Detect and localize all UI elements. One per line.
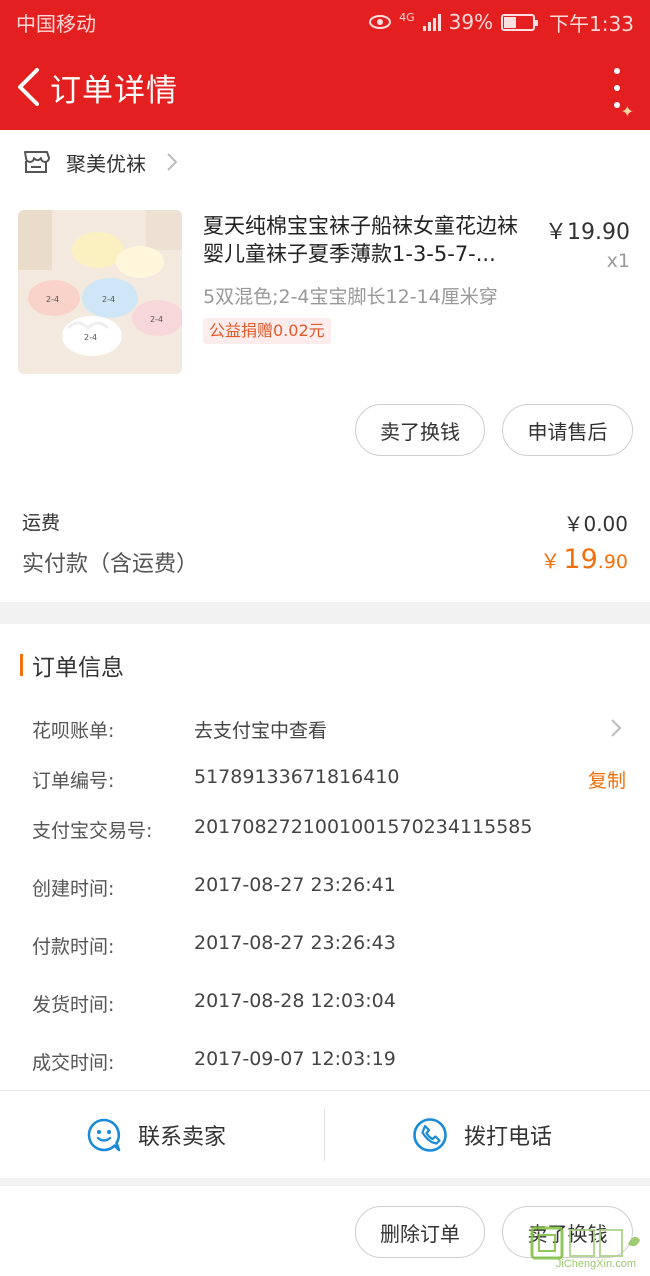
shipping-label: 运费 [22,512,61,534]
product-spec: 5双混色;2-4宝宝脚长12-14厘米穿 [203,286,498,308]
back-icon[interactable] [6,57,50,117]
bottom-action-bar: 删除订单 卖了换钱 JiChengXin.com [0,1186,650,1276]
product-thumbnail[interactable]: 2-4 2-4 2-4 2-4 [18,210,182,374]
delete-order-button[interactable]: 删除订单 [355,1206,485,1258]
divider [324,1109,325,1161]
eye-icon [369,15,392,29]
info-label: 支付宝交易号: [32,820,153,842]
sell-button[interactable]: 卖了换钱 [355,404,485,456]
product-quantity: x1 [606,250,630,272]
info-label: 订单编号: [32,770,115,792]
info-label: 创建时间: [32,878,115,900]
info-row-completed: 成交时间: 2017-09-07 12:03:19 [0,1044,650,1078]
contact-bar: 联系卖家 拨打电话 [0,1090,650,1178]
nav-bar: 订单详情 ✦ [0,48,650,126]
info-value: 2017-08-27 23:26:43 [194,932,396,954]
total-integer: 19 [563,544,598,575]
clock: 下午1:33 [549,11,634,36]
chevron-right-icon [611,719,622,737]
sparkle-icon: ✦ [620,102,634,121]
info-label: 发货时间: [32,994,115,1016]
info-value: 51789133671816410 [194,766,400,788]
info-row-paid: 付款时间: 2017-08-27 23:26:43 [0,928,650,962]
info-row-alipay-trade: 支付宝交易号: 2017082721001001570234115585 [0,812,650,846]
shipping-value: ￥0.00 [563,512,628,536]
sock-size-label: 2-4 [84,333,97,342]
product-title[interactable]: 夏天纯棉宝宝袜子船袜女童花边袜婴儿童袜子夏季薄款1-3-5-7-... [203,212,535,268]
total-label: 实付款（含运费） [22,552,199,577]
signal-icon [422,13,441,31]
info-row-order-number: 订单编号: 51789133671816410 复制 [0,762,650,796]
status-bar: 中国移动 4G 39% 下午1:33 [0,0,650,44]
info-value: 2017-08-28 12:03:04 [194,990,396,1012]
shop-row[interactable]: 聚美优袜 [22,146,178,178]
carrier-label: 中国移动 [16,11,96,36]
contact-seller-button[interactable]: 联系卖家 [86,1091,226,1179]
total-decimal: .90 [597,551,628,573]
order-product-card: 聚美优袜 2-4 2-4 2-4 2-4 夏天纯棉宝宝袜子船袜女童花边袜婴儿童袜… [0,130,650,602]
info-row-huabei[interactable]: 花呗账单: 去支付宝中查看 [0,712,650,746]
sock-size-label: 2-4 [102,295,115,304]
order-info-card: 订单信息 花呗账单: 去支付宝中查看 订单编号: 517891336718164… [0,624,650,1090]
info-label: 花呗账单: [32,720,115,742]
section-title: 订单信息 [32,655,124,681]
battery-percent: 39% [448,10,494,34]
shop-name: 聚美优袜 [66,151,146,176]
sock-size-label: 2-4 [150,315,163,324]
contact-seller-label: 联系卖家 [138,1125,227,1150]
after-sale-button[interactable]: 申请售后 [502,404,633,456]
header-bar: 中国移动 4G 39% 下午1:33 订单详情 ✦ [0,0,650,130]
shop-icon [24,151,50,173]
sock-size-label: 2-4 [46,295,59,304]
info-row-created: 创建时间: 2017-08-27 23:26:41 [0,870,650,904]
network-label: 4G [399,10,415,24]
copy-button[interactable]: 复制 [588,766,626,793]
chat-face-icon [87,1118,121,1152]
chevron-right-icon [167,153,178,171]
info-label: 付款时间: [32,936,115,958]
product-price: ￥19.90 [545,220,630,245]
watermark-text: JiChengXin.com [555,1258,636,1270]
call-label: 拨打电话 [464,1125,553,1150]
section-accent-bar [20,654,23,676]
info-label: 成交时间: [32,1052,115,1074]
info-row-shipped: 发货时间: 2017-08-28 12:03:04 [0,986,650,1020]
info-value: 2017-08-27 23:26:41 [194,874,396,896]
total-value: ￥ 19 .90 [540,544,628,575]
status-indicators: 4G 39% 下午1:33 [369,8,634,37]
battery-icon [501,13,539,31]
phone-icon [413,1118,447,1152]
charity-badge: 公益捐赠0.02元 [203,318,331,344]
call-button[interactable]: 拨打电话 [412,1091,552,1179]
info-value: 2017082721001001570234115585 [194,816,533,838]
info-value: 2017-09-07 12:03:19 [194,1048,396,1070]
watermark-logo: JiChengXin.com [530,1224,642,1272]
info-value: 去支付宝中查看 [194,720,328,742]
currency-symbol: ￥ [540,549,561,573]
page-title: 订单详情 [50,72,178,109]
